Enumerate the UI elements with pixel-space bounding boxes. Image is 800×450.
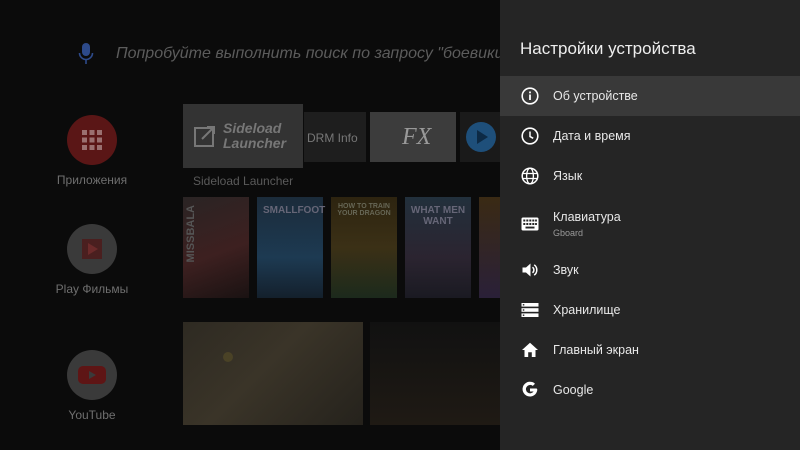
settings-item-google[interactable]: Google (500, 370, 800, 410)
settings-item-label: Язык (553, 169, 583, 183)
play-circle-icon (466, 122, 496, 152)
poster-title: WHAT MEN WANT (410, 205, 466, 227)
microphone-icon[interactable] (78, 42, 94, 66)
poster-tile[interactable]: HOW TO TRAIN YOUR DRAGON (331, 197, 397, 298)
settings-item-date-time[interactable]: Дата и время (500, 116, 800, 156)
play-movies-icon (67, 224, 117, 274)
panel-title: Настройки устройства (520, 39, 696, 58)
play-movies-label: Play Фильмы (55, 282, 129, 296)
apps-launcher[interactable]: Приложения (40, 115, 144, 187)
device-settings-panel: Настройки устройства Об устройстве Дата … (500, 0, 800, 450)
poster-title: MISSBALA (185, 205, 197, 263)
poster-title: HOW TO TRAIN YOUR DRAGON (337, 203, 391, 217)
keyboard-icon (520, 214, 540, 234)
settings-item-language[interactable]: Язык (500, 156, 800, 196)
settings-item-label: Google (553, 383, 594, 397)
sideload-tile-text: Sideload Launcher (223, 120, 287, 151)
settings-item-label: Дата и время (553, 129, 631, 143)
youtube-icon (67, 350, 117, 400)
video-thumbnail-detail (223, 352, 233, 362)
globe-icon (520, 166, 540, 186)
drm-info-text: DRM Info (307, 131, 358, 145)
clock-icon (520, 126, 540, 146)
settings-item-about[interactable]: Об устройстве (500, 76, 800, 116)
settings-item-sublabel: Gboard (553, 228, 584, 238)
poster-tile[interactable]: MISSBALA (183, 197, 249, 298)
video-tile[interactable] (370, 322, 500, 425)
youtube-label: YouTube (68, 408, 116, 422)
poster-tile[interactable] (479, 197, 500, 298)
external-link-icon (194, 126, 215, 147)
fx-tile[interactable]: FX (370, 112, 456, 162)
settings-item-keyboard[interactable]: Клавиатура Gboard (500, 202, 800, 246)
drm-info-tile[interactable]: DRM Info (304, 112, 366, 162)
settings-item-label: Звук (553, 263, 579, 277)
apps-label: Приложения (56, 173, 128, 187)
home-icon (520, 340, 540, 360)
search-placeholder: Попробуйте выполнить поиск по запросу "б… (116, 45, 510, 62)
speaker-icon (520, 260, 540, 280)
poster-title: SMALLFOOT (263, 205, 326, 216)
play-movies-app[interactable]: Play Фильмы (40, 224, 144, 296)
settings-item-label: Хранилище (553, 303, 621, 317)
poster-tile[interactable]: WHAT MEN WANT (405, 197, 471, 298)
sideload-launcher-tile[interactable]: Sideload Launcher (183, 104, 303, 168)
poster-tile[interactable]: SMALLFOOT (257, 197, 326, 298)
storage-icon (520, 300, 540, 320)
search-bar[interactable]: Попробуйте выполнить поиск по запросу "б… (78, 36, 509, 72)
google-icon (520, 380, 540, 400)
settings-item-label: Об устройстве (553, 89, 638, 103)
settings-item-sound[interactable]: Звук (500, 250, 800, 290)
sideload-caption: Sideload Launcher (193, 174, 294, 188)
player-tile[interactable] (460, 112, 500, 162)
youtube-app[interactable]: YouTube (40, 350, 144, 422)
settings-item-storage[interactable]: Хранилище (500, 290, 800, 330)
settings-item-label: Главный экран (553, 343, 639, 357)
settings-item-home-screen[interactable]: Главный экран (500, 330, 800, 370)
settings-item-label: Клавиатура (553, 210, 621, 224)
fx-logo: FX (402, 124, 432, 150)
video-tile[interactable] (183, 322, 363, 425)
apps-grid-icon (67, 115, 117, 165)
info-icon (520, 86, 540, 106)
